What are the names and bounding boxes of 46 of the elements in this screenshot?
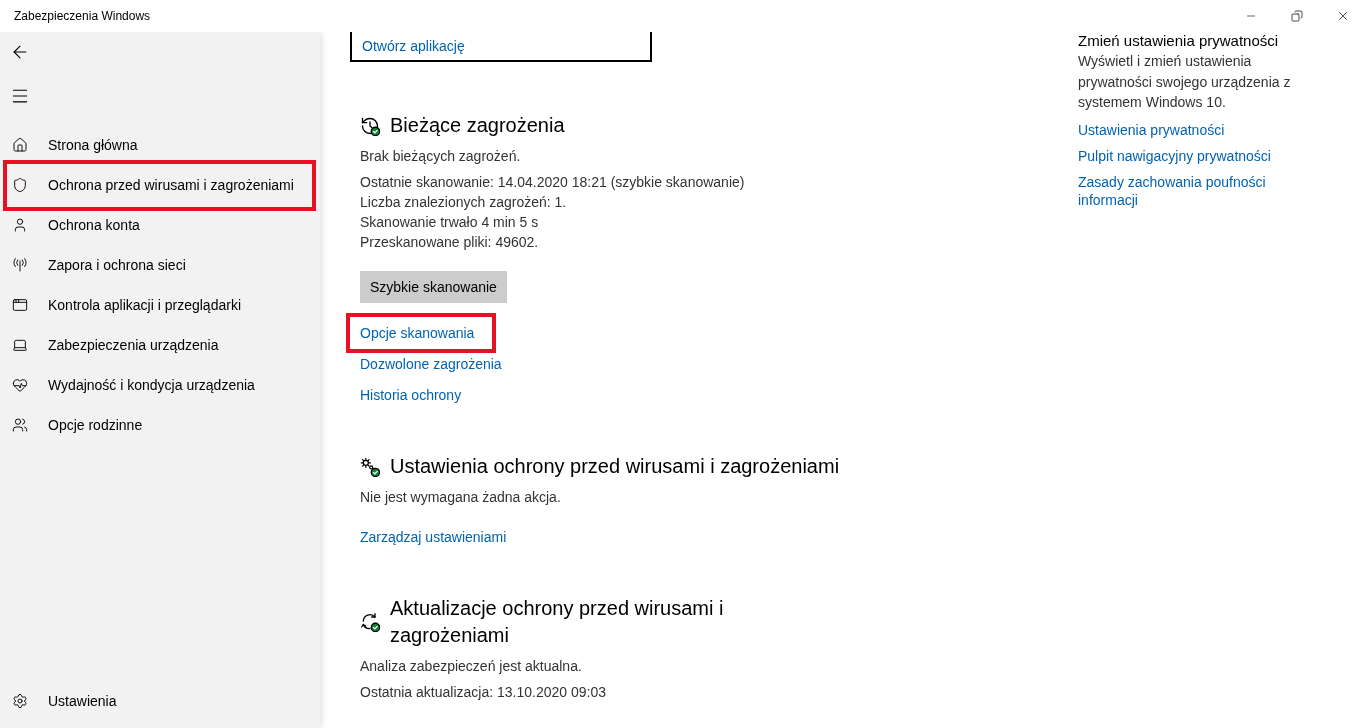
section-link[interactable]: Dozwolone zagrożenia xyxy=(360,354,502,374)
status-text: Brak bieżących zagrożeń. xyxy=(359,147,522,166)
quick-scan-button[interactable]: Szybkie skanowanie xyxy=(360,271,507,303)
nav-item[interactable]: Zabezpieczenia urządzenia xyxy=(0,331,320,359)
section-link[interactable]: Historia ochrony xyxy=(360,385,462,405)
panel-description: Wyświetl i zmień ustawienia prywatności swojego urządzenia z systemem Windows 10. xyxy=(1078,52,1292,112)
detail-text: Ostatnia aktualizacja: 13.10.2020 09:03 xyxy=(360,683,607,702)
restore-icon xyxy=(1291,10,1303,22)
section-heading: Aktualizacje ochrony przed wirusami i zagrożeniami xyxy=(390,596,725,648)
settings-icon xyxy=(12,693,28,709)
status-text: Nie jest wymagana żadna akcja. xyxy=(359,488,562,507)
nav-item[interactable]: Ochrona konta xyxy=(0,211,320,239)
heart-pulse-icon xyxy=(12,377,28,393)
detail-text: Przeskanowane pliki: 49602. xyxy=(360,233,540,252)
privacy-link[interactable]: Ustawienia prywatności xyxy=(1078,120,1225,139)
close-icon xyxy=(1336,9,1350,23)
section-link[interactable]: Opcje skanowania xyxy=(360,323,475,343)
detail-text: Skanowanie trwało 4 min 5 s xyxy=(360,213,540,232)
open-app-link[interactable]: Otwórz aplikację xyxy=(362,36,465,56)
section-heading: Bieżące zagrożenia xyxy=(390,113,565,138)
antenna-icon xyxy=(12,257,28,273)
laptop-icon xyxy=(12,337,28,353)
nav-item[interactable]: Strona główna xyxy=(0,131,320,159)
nav-item[interactable]: Ochrona przed wirusami i zagrożeniami xyxy=(0,171,320,199)
nav-item[interactable]: Kontrola aplikacji i przeglądarki xyxy=(0,291,320,319)
shield-icon xyxy=(12,177,28,193)
privacy-link[interactable]: Zasady zachowania poufności informacji xyxy=(1078,172,1318,209)
sync-check-icon xyxy=(360,612,380,632)
nav-item[interactable]: Wydajność i kondycja urządzenia xyxy=(0,371,320,399)
home-icon xyxy=(12,137,28,153)
gears-check-icon xyxy=(360,456,380,477)
window-title: Zabezpieczenia Windows xyxy=(13,8,151,25)
nav-item[interactable]: Zapora i ochrona sieci xyxy=(0,251,320,279)
panel-heading: Zmień ustawienia prywatności xyxy=(1078,32,1280,50)
nav-item[interactable]: Ustawienia xyxy=(0,681,320,721)
detail-text: Ostatnie skanowanie: 14.04.2020 18:21 (szybkie skanowanie) xyxy=(360,173,746,192)
window-icon xyxy=(12,297,28,313)
detail-text: Liczba znalezionych zagrożeń: 1. xyxy=(360,193,568,212)
privacy-link[interactable]: Pulpit nawigacyjny prywatności xyxy=(1078,146,1271,165)
status-text: Analiza zabezpieczeń jest aktualna. xyxy=(359,657,583,676)
history-check-icon xyxy=(360,115,380,136)
person-icon xyxy=(12,217,28,233)
section-link[interactable]: Zarządzaj ustawieniami xyxy=(360,527,507,547)
nav-item[interactable]: Opcje rodzinne xyxy=(0,411,320,439)
section-heading: Ustawienia ochrony przed wirusami i zagrożeniami xyxy=(390,454,840,479)
people-icon xyxy=(12,417,28,433)
